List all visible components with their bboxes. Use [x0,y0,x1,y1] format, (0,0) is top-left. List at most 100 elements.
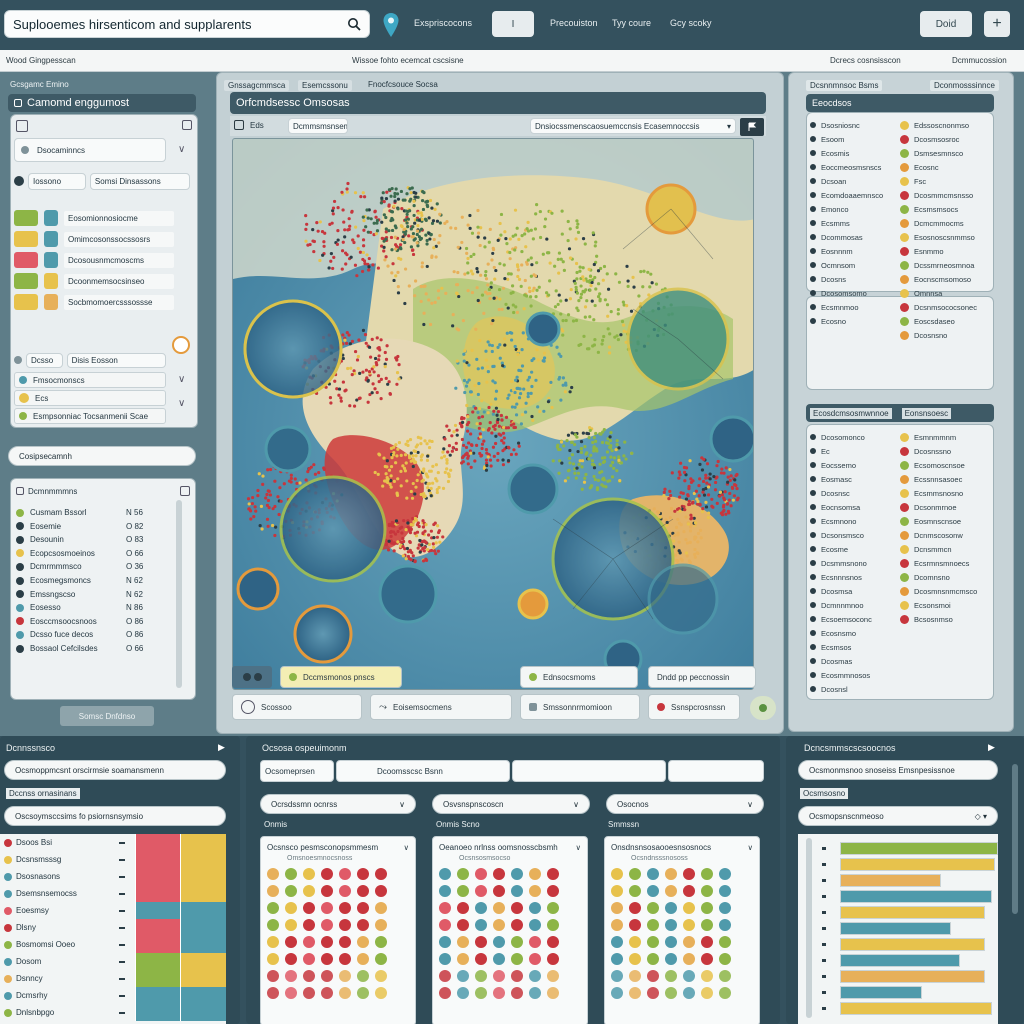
field-value-input[interactable]: Somsi Dinsassons [89,172,190,190]
bottom-left-input[interactable]: Ocsmoppmcsnt orscirmsie soamansmenn [4,760,226,780]
center-select-2[interactable]: Osvsnspnscoscn ∨ [432,794,590,814]
sub-filter-b[interactable]: Ecs [35,394,48,403]
list-item[interactable]: Dcsonmrnoe [900,500,992,514]
bar-row[interactable] [822,970,998,983]
table-row[interactable]: Bosmomsi Ooeo [0,936,226,953]
list-item[interactable]: Dsmsesmnsco [900,146,992,160]
list-item[interactable]: Ecosnc [900,160,992,174]
list-item[interactable]: Dcosnssno [900,444,992,458]
map-locate-button[interactable] [750,696,776,720]
play-icon[interactable]: ▶ [218,742,225,753]
list-item[interactable]: Ecsmnono [810,514,896,528]
sub-filter-a[interactable]: Fmsocmonscs [33,376,85,385]
list-item[interactable]: Dcosmsosroc [900,132,992,146]
list-item[interactable]: Edssoscnonmso [900,118,992,132]
map-tool-a[interactable]: Eds [250,121,264,130]
list-item[interactable]: Dcosomonco [810,430,896,444]
list-item[interactable]: Dcosns [810,272,896,286]
swatch-row[interactable]: Omimcosonssocssosrs [14,231,190,247]
bar-row[interactable] [822,986,998,999]
center-field-3[interactable] [512,760,666,782]
list-item[interactable]: Dcomnsno [900,570,992,584]
dot-grid-card[interactable]: Onsdnsnsosaooesnsosnocs ∨ Ocsndnsssnososs [604,836,760,1024]
table-row[interactable]: Eoesmsy [0,902,226,919]
tab-a[interactable]: Gnssagcmmsca [224,80,290,91]
search-icon[interactable] [347,17,361,31]
tab-b[interactable]: Esemcssonu [298,80,352,91]
list-item[interactable]: Ecosmis [810,146,896,160]
bar-row[interactable] [822,890,998,903]
list-item[interactable]: Dcsnmsococsonec [900,300,992,314]
list-item[interactable]: Ecsnnnsnos [810,570,896,584]
list-item[interactable]: Esoom [810,132,896,146]
nav-item-4[interactable]: Gcy scoky [670,18,712,28]
list-item[interactable]: Ecsmms [810,216,896,230]
list-item[interactable]: Ecssnnsasoec [900,472,992,486]
map-action-2[interactable]: ⤳ Eoisemsocmens [370,694,512,720]
bottom-right-input[interactable]: Ocsmonmsnoo snoseiss Emsnpesissnoe [798,760,998,780]
list-item[interactable]: Ecosno [810,314,896,328]
list-item[interactable]: Dcosmas [810,654,896,668]
list-item[interactable]: Esosnoscsnmmso [900,230,992,244]
list-item[interactable]: Dcommosas [810,230,896,244]
bar-row[interactable] [822,906,998,919]
chevron-down-icon[interactable]: ∨ [178,374,185,385]
center-field-2[interactable]: Dcoomsscsc Bsnn [336,760,510,782]
checkbox-icon[interactable] [180,486,190,496]
nav-item-2[interactable]: Precouiston [550,18,598,28]
list-item[interactable]: Eoscsdaseo [900,314,992,328]
list-item[interactable]: Esnmmo [900,244,992,258]
legend-item[interactable]: Emssngscso N 62 [16,588,174,601]
swatch-row[interactable]: Socbmomoercsssossse [14,294,190,310]
bar-row[interactable] [822,922,998,935]
table-row[interactable]: Dlsny [0,919,226,936]
list-item[interactable]: Ecosme [810,542,896,556]
header-action-button[interactable]: Doid [920,11,972,37]
list-item[interactable]: Ecosnsmo [810,626,896,640]
list-item[interactable]: Esmnmmnm [900,430,992,444]
list-item[interactable]: Ecsoemsoconc [810,612,896,626]
layers-icon[interactable] [234,120,244,130]
list-item[interactable]: Omnnsa [900,286,992,300]
list-item[interactable]: Ocmnsom [810,258,896,272]
map-tool-b-input[interactable]: Dcmmsmsnsemoc [288,118,348,134]
zoom-out-icon[interactable] [242,673,251,681]
list-item[interactable]: Eosmasc [810,472,896,486]
left-search-input[interactable]: Cosipsecamnh [8,446,196,466]
select-a[interactable]: Dsocaminncs [14,138,166,162]
chevron-down-icon[interactable]: ∨ [178,144,185,155]
center-select-1[interactable]: Ocrsdssmn ocnrss ∨ [260,794,416,814]
list-item[interactable]: Emonco [810,202,896,216]
map-legend-chip-b[interactable]: Ednsocsmoms [520,666,638,688]
list-item[interactable]: Bcsosnmso [900,612,992,626]
sub-filter-c[interactable]: Esmpsonniac Tocsanmenii Scae [33,412,148,421]
right-tab-a[interactable]: Dcsnnmnsoc Bsms [806,80,883,91]
list-item[interactable]: Ecsmsmsocs [900,202,992,216]
nav-item-1[interactable]: Exspriscocons [414,18,472,28]
bar-row[interactable] [822,954,998,967]
bar-list-scrollbar[interactable] [806,838,812,1018]
dot-grid-card[interactable]: Ocsnsco pesmsconopsmmesm ∨ Omsnoesmnocsnos… [260,836,416,1024]
legend-scrollbar[interactable] [176,500,182,688]
list-item[interactable]: Eosnnnm [810,244,896,258]
list-item[interactable]: Ecomdoaaemnsco [810,188,896,202]
swatch-row[interactable]: Eosomionnosiocme [14,210,190,226]
dot-grid-card[interactable]: Oeanoeo nrlnss oomsnosscbsmh ∨ Ocsnsosmsoc… [432,836,588,1024]
map-legend-chip-c[interactable]: Dndd pp peccnossin [648,666,756,688]
list-item[interactable]: Ecosmmnosos [810,668,896,682]
list-item[interactable]: Dcmnnmnoo [810,598,896,612]
table-row[interactable]: Dsnncy [0,970,226,987]
legend-item[interactable]: Ecosmegsmoncs N 62 [16,574,174,587]
bar-row[interactable] [822,1002,998,1015]
map-zoom-control[interactable] [232,666,272,688]
legend-item[interactable]: Bossaol Cefcilsdes O 66 [16,642,174,655]
play-icon[interactable]: ▶ [988,742,995,753]
swatch-row[interactable]: Dcosousnmcmoscms [14,252,190,268]
list-item[interactable]: Dcosnsl [810,682,896,696]
list-item[interactable]: Dcosomsomo [810,286,896,300]
table-row[interactable]: Dsemsnsemocss [0,885,226,902]
filter-value[interactable]: Disis Eosson [66,352,166,368]
world-map[interactable] [232,138,754,690]
bottom-right-input-2[interactable]: Ocsmopsnscnmeoso ◇ ▾ [798,806,998,826]
list-item[interactable]: Dcosmmcmsnsso [900,188,992,202]
